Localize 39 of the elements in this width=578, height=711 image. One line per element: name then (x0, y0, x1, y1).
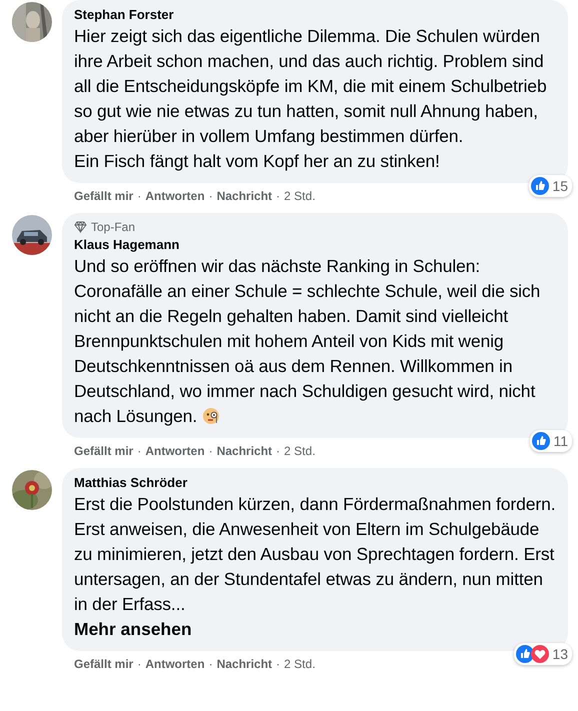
author-name[interactable]: Matthias Schröder (74, 475, 556, 490)
thumbs-up-icon (531, 177, 550, 195)
action-link[interactable]: Nachricht (216, 189, 272, 203)
comment-text: Und so eröffnen wir das nächste Ranking in Schulen: Coronafälle an einer Schule = schlechte Schule, weil die sich nicht an die Regeln gehalten haben. Damit sind vielleicht Brennpunktschulen mit hohem Anteil von Kids mit wenig Deutschkenntnissen oä aus dem Rennen. Willkommen in Deutschland, wo immer nach Schuldigen gesucht wird, nicht nach Lösungen. (74, 255, 542, 428)
see-more-link[interactable]: Mehr ansehen (74, 617, 192, 642)
action-link[interactable]: Nachricht (216, 657, 272, 671)
author-name[interactable]: Stephan Forster (74, 7, 556, 22)
author-name[interactable]: Klaus Hagemann (74, 237, 556, 252)
reaction-pill[interactable]: 15 (529, 175, 572, 197)
separator-dot: · (137, 444, 142, 458)
timestamp: 2 Std. (284, 189, 316, 203)
comment-text: Erst die Poolstunden kürzen, dann Fördermaßnahmen fordern. Erst anweisen, die Anwesenheit von Eltern im Schulgebäude zu minimieren, jetzt den Ausbau von Sprechtagen fordern. Erst untersagen, an der Stundentafel etwas zu ändern, nun mitten in der Erfass... (74, 493, 556, 616)
reaction-pill[interactable]: 13 (514, 643, 572, 665)
reaction-pill[interactable]: 11 (530, 430, 572, 452)
action-link[interactable]: Gefällt mir (74, 444, 134, 458)
separator-dot: · (208, 657, 213, 671)
comment-text: Hier zeigt sich das eigentliche Dilemma. Die Schulen würden ihre Arbeit schon machen, und das auch richtig. Problem sind all die Entscheidungsköpfe im KM, die mit einem Schulbetrieb so gut wie nie etwas zu tun hatten, somit null Ahnung haben, aber hierüber in vollem Umfang bestimmen dürfen. Ein Fisch fängt halt vom Kopf her an zu stinken! (74, 25, 548, 173)
timestamp: 2 Std. (284, 657, 316, 671)
badge-label: Top-Fan (91, 220, 136, 234)
separator-dot: · (276, 444, 280, 458)
monocle-face-icon (202, 407, 220, 425)
diamond-icon (74, 221, 87, 233)
reaction-count: 11 (553, 433, 568, 449)
thumbs-up-icon (532, 432, 550, 450)
timestamp: 2 Std. (284, 444, 316, 458)
action-link[interactable]: Gefällt mir (74, 189, 134, 203)
separator-dot: · (276, 189, 280, 203)
action-link[interactable]: Antworten (145, 657, 205, 671)
separator-dot: · (137, 189, 142, 203)
action-link[interactable]: Antworten (145, 189, 205, 203)
separator-dot: · (276, 657, 280, 671)
action-link[interactable]: Gefällt mir (74, 657, 134, 671)
action-link[interactable]: Antworten (145, 444, 205, 458)
action-link[interactable]: Nachricht (216, 444, 272, 458)
reaction-count: 15 (552, 178, 568, 194)
separator-dot: · (137, 657, 142, 671)
separator-dot: · (208, 444, 213, 458)
separator-dot: · (208, 189, 213, 203)
reaction-count: 13 (552, 646, 568, 662)
